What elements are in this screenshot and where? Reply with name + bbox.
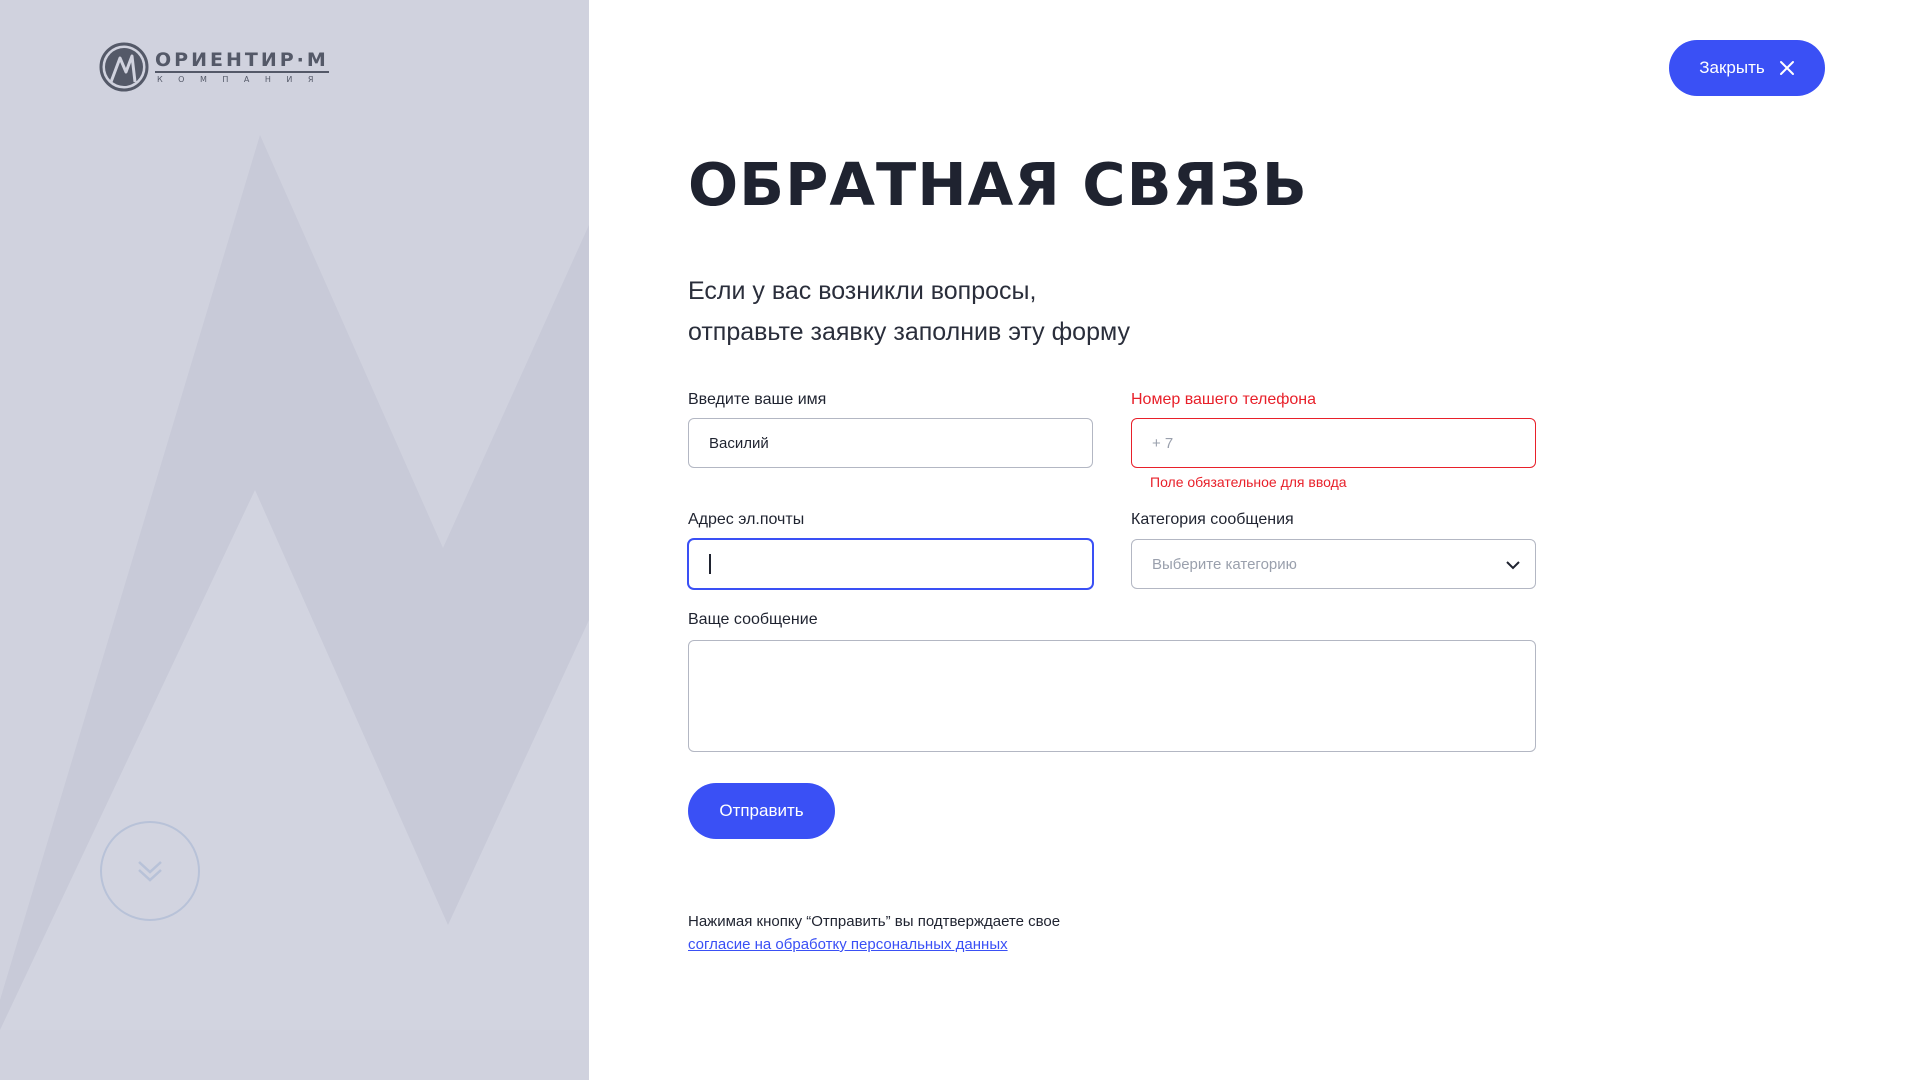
- logo-name: ОРИЕНТИР·М: [155, 48, 329, 73]
- message-label: Ваще сообщение: [688, 611, 818, 628]
- message-textarea[interactable]: [688, 640, 1536, 752]
- phone-label: Номер вашего телефона: [1131, 391, 1317, 408]
- text-cursor: [709, 554, 711, 574]
- background-mountain-shape: [0, 135, 589, 1030]
- name-input-value: Василий: [709, 434, 769, 452]
- chevron-down-icon: [1506, 561, 1520, 570]
- company-logo[interactable]: ОРИЕНТИР·М КОМПАНИЯ: [99, 42, 329, 92]
- name-label: Введите ваше имя: [688, 391, 827, 408]
- phone-input[interactable]: + 7: [1131, 418, 1536, 468]
- intro-text: Если у вас возникли вопросы, отправьте з…: [688, 271, 1288, 353]
- logo-subtitle: КОМПАНИЯ: [157, 74, 329, 84]
- email-input[interactable]: [688, 539, 1093, 589]
- left-panel: ОРИЕНТИР·М КОМПАНИЯ: [0, 0, 589, 1080]
- consent-text: Нажимая кнопку “Отправить” вы подтвержда…: [688, 913, 1061, 930]
- name-input[interactable]: Василий: [688, 418, 1093, 468]
- email-label: Адрес эл.почты: [688, 511, 805, 528]
- close-button-label: Закрыть: [1699, 58, 1765, 77]
- consent-link[interactable]: согласие на обработку персональных данны…: [688, 933, 1060, 956]
- phone-input-placeholder: + 7: [1152, 434, 1174, 452]
- close-icon: [1779, 61, 1794, 75]
- double-chevron-down-icon: [138, 861, 162, 882]
- close-button[interactable]: Закрыть: [1669, 40, 1825, 96]
- category-label: Категория сообщения: [1131, 511, 1294, 528]
- scroll-down-button[interactable]: [100, 821, 200, 921]
- page-title: ОБРАТНАЯ СВЯЗЬ: [688, 150, 1308, 219]
- submit-button[interactable]: Отправить: [688, 783, 835, 839]
- category-select-placeholder: Выберите категорию: [1152, 555, 1297, 573]
- intro-line-2: отправьте заявку заполнив эту форму: [688, 318, 1130, 346]
- intro-line-1: Если у вас возникли вопросы,: [688, 277, 1037, 305]
- category-select[interactable]: Выберите категорию: [1131, 539, 1536, 589]
- phone-error-message: Поле обязательное для ввода: [1150, 474, 1347, 490]
- logo-mountain-icon: [99, 42, 149, 92]
- consent-notice: Нажимая кнопку “Отправить” вы подтвержда…: [688, 910, 1060, 956]
